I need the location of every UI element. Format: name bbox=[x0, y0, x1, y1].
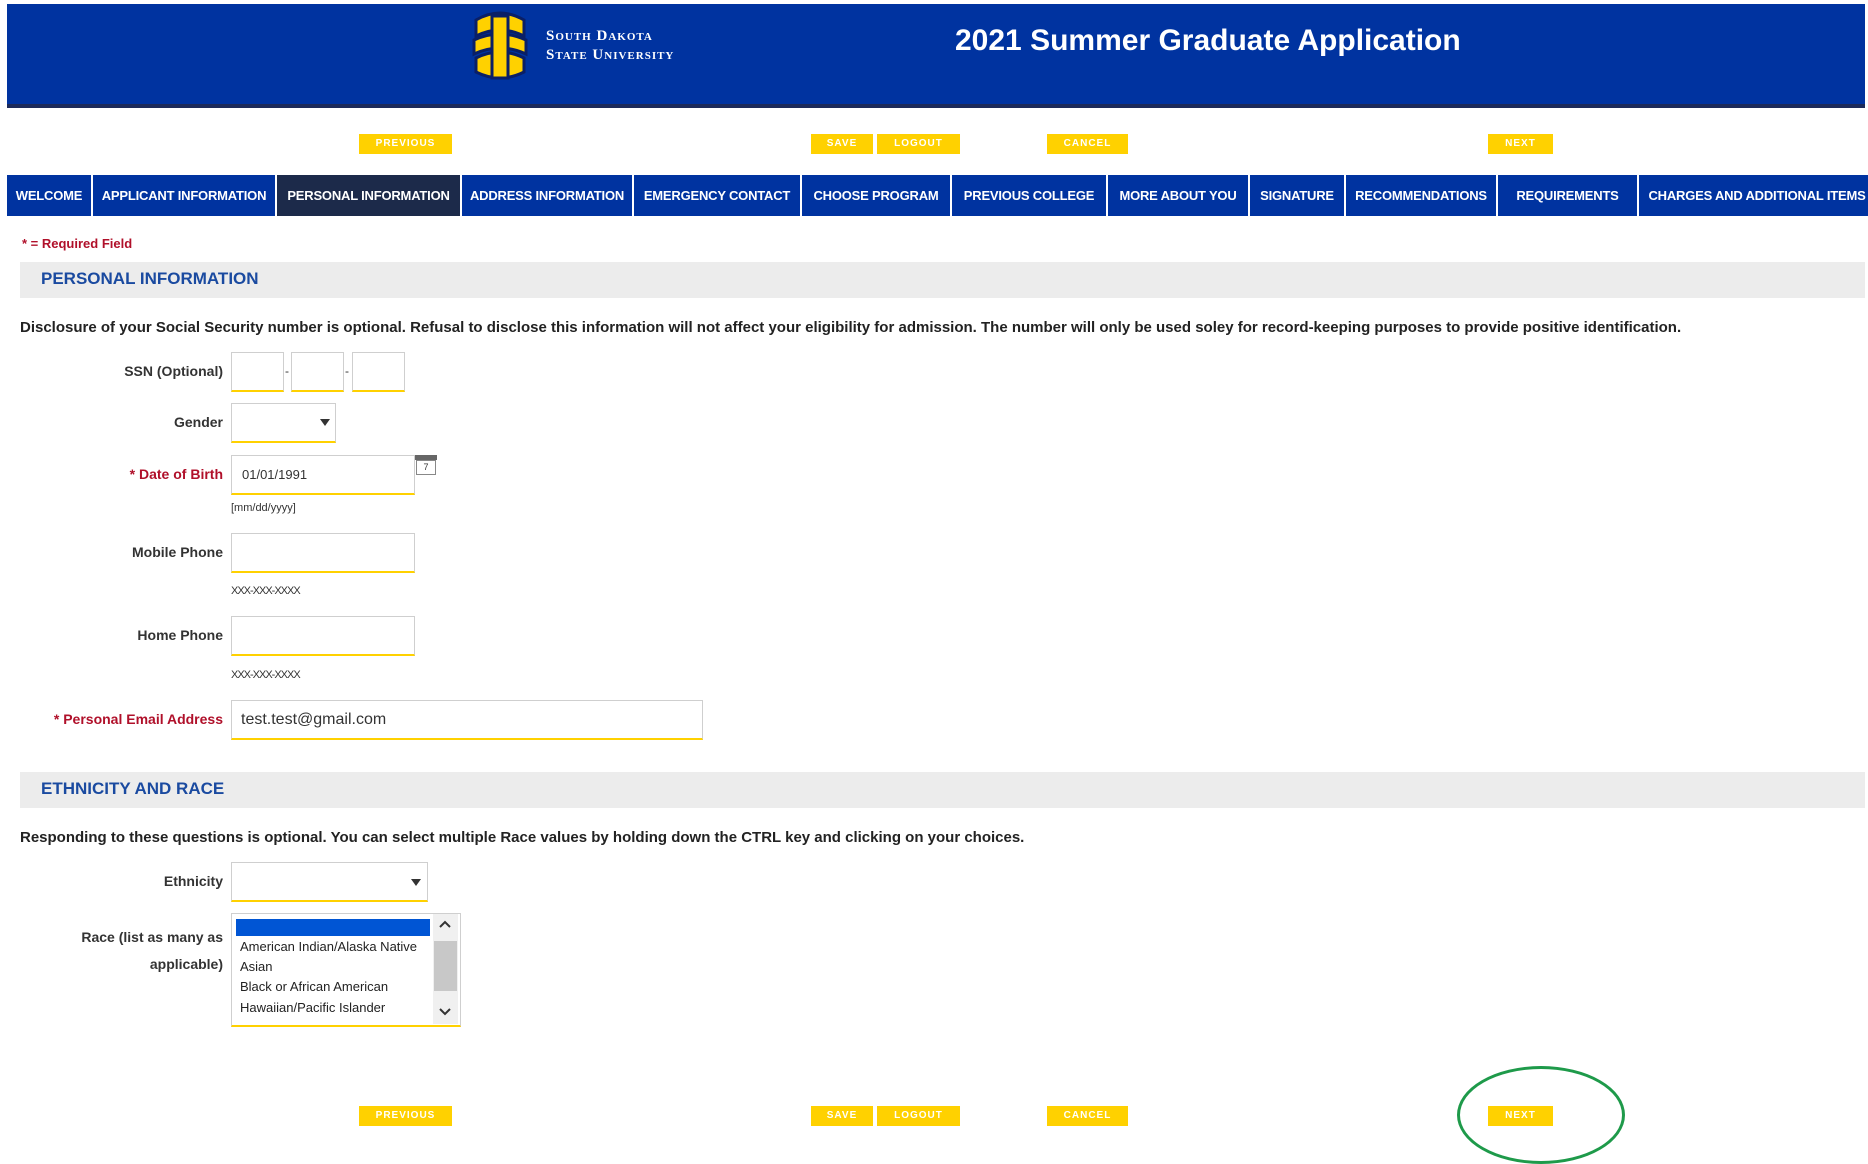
ethnicity-select[interactable] bbox=[231, 862, 428, 902]
race-label-line1: Race (list as many as bbox=[81, 929, 223, 945]
home-phone-hint: XXX-XXX-XXXX bbox=[231, 669, 301, 681]
university-name-line2: State University bbox=[546, 47, 675, 63]
dob-format-hint: [mm/dd/yyyy] bbox=[231, 502, 296, 514]
ethnicity-label: Ethnicity bbox=[163, 873, 223, 889]
tab-signature[interactable]: SIGNATURE bbox=[1250, 175, 1344, 216]
email-input[interactable] bbox=[231, 700, 703, 740]
mobile-phone-input[interactable] bbox=[231, 533, 415, 573]
dob-required-mark: * bbox=[129, 466, 136, 482]
previous-button-bottom[interactable]: PREVIOUS bbox=[359, 1106, 452, 1126]
race-label: Race (list as many as applicable) bbox=[81, 924, 223, 978]
mobile-phone-hint: XXX-XXX-XXXX bbox=[231, 585, 301, 597]
ssn-part3-input[interactable] bbox=[352, 352, 405, 392]
tab-welcome[interactable]: WELCOME bbox=[7, 175, 91, 216]
tab-choose-program[interactable]: CHOOSE PROGRAM bbox=[802, 175, 950, 216]
race-option[interactable]: Black or African American bbox=[240, 979, 388, 994]
race-multiselect[interactable]: American Indian/Alaska Native Asian Blac… bbox=[231, 913, 461, 1027]
scroll-up-chevron-icon[interactable] bbox=[438, 919, 452, 929]
cancel-button-top[interactable]: CANCEL bbox=[1047, 134, 1128, 154]
cancel-button-bottom[interactable]: CANCEL bbox=[1047, 1106, 1128, 1126]
email-required-mark: * bbox=[53, 711, 60, 727]
calendar-icon-day: 7 bbox=[416, 460, 436, 475]
tab-personal-information[interactable]: PERSONAL INFORMATION bbox=[277, 175, 460, 216]
race-option[interactable]: Hawaiian/Pacific Islander bbox=[240, 1000, 385, 1015]
save-button-top[interactable]: SAVE bbox=[811, 134, 873, 154]
dob-input[interactable] bbox=[231, 455, 415, 495]
dob-label-text: Date of Birth bbox=[139, 466, 223, 482]
previous-button-top[interactable]: PREVIOUS bbox=[359, 134, 452, 154]
tab-bar: WELCOME APPLICANT INFORMATION PERSONAL I… bbox=[7, 175, 1868, 216]
home-phone-input[interactable] bbox=[231, 616, 415, 656]
race-option-selected-blank[interactable] bbox=[236, 919, 430, 936]
gender-dropdown-arrow-icon bbox=[320, 419, 330, 426]
tab-emergency-contact[interactable]: EMERGENCY CONTACT bbox=[634, 175, 800, 216]
tab-requirements[interactable]: REQUIREMENTS bbox=[1498, 175, 1637, 216]
next-highlight-circle bbox=[1457, 1066, 1625, 1164]
tab-applicant-information[interactable]: APPLICANT INFORMATION bbox=[93, 175, 275, 216]
email-label-text: Personal Email Address bbox=[63, 711, 223, 727]
ethnicity-dropdown-arrow-icon bbox=[411, 879, 421, 886]
save-button-bottom[interactable]: SAVE bbox=[811, 1106, 873, 1126]
race-option[interactable]: American Indian/Alaska Native bbox=[240, 939, 417, 954]
tab-address-information[interactable]: ADDRESS INFORMATION bbox=[462, 175, 632, 216]
ssn-part1-input[interactable] bbox=[231, 352, 284, 392]
mobile-phone-label: Mobile Phone bbox=[132, 544, 223, 560]
race-scrollbar-thumb[interactable] bbox=[434, 941, 457, 991]
university-name: South Dakota State University bbox=[546, 27, 674, 65]
ssn-dash-2: - bbox=[345, 364, 349, 378]
scroll-down-chevron-icon[interactable] bbox=[438, 1007, 452, 1017]
ethnicity-race-title: ETHNICITY AND RACE bbox=[41, 779, 225, 798]
next-button-top[interactable]: NEXT bbox=[1488, 134, 1553, 154]
personal-information-header bbox=[20, 262, 1865, 298]
gender-label: Gender bbox=[173, 414, 223, 430]
header-banner bbox=[7, 4, 1865, 108]
ethnicity-note-text: Responding to these questions is optiona… bbox=[20, 829, 1025, 846]
dob-label: * Date of Birth bbox=[130, 466, 223, 482]
page-title: 2021 Summer Graduate Application bbox=[955, 24, 1461, 57]
university-logo-icon bbox=[472, 11, 528, 80]
ssn-disclosure-text: Disclosure of your Social Security numbe… bbox=[20, 319, 1682, 336]
race-option[interactable]: Asian bbox=[240, 959, 273, 974]
ssn-dash-1: - bbox=[285, 364, 289, 378]
tab-previous-college[interactable]: PREVIOUS COLLEGE bbox=[952, 175, 1106, 216]
tab-charges-and-additional-items[interactable]: CHARGES AND ADDITIONAL ITEMS bbox=[1639, 175, 1868, 216]
ethnicity-race-header bbox=[20, 772, 1865, 808]
personal-information-title: PERSONAL INFORMATION bbox=[41, 269, 259, 288]
tab-more-about-you[interactable]: MORE ABOUT YOU bbox=[1108, 175, 1248, 216]
ssn-part2-input[interactable] bbox=[291, 352, 344, 392]
logout-button-bottom[interactable]: LOGOUT bbox=[877, 1106, 960, 1126]
calendar-icon[interactable]: 7 bbox=[415, 455, 437, 475]
required-field-note: * = Required Field bbox=[22, 236, 133, 251]
email-label: * Personal Email Address bbox=[54, 711, 223, 727]
ssn-label: SSN (Optional) bbox=[124, 363, 223, 379]
university-name-line1: South Dakota bbox=[546, 28, 653, 44]
home-phone-label: Home Phone bbox=[137, 627, 223, 643]
tab-recommendations[interactable]: RECOMMENDATIONS bbox=[1346, 175, 1496, 216]
logout-button-top[interactable]: LOGOUT bbox=[877, 134, 960, 154]
race-label-line2: applicable) bbox=[149, 956, 223, 972]
